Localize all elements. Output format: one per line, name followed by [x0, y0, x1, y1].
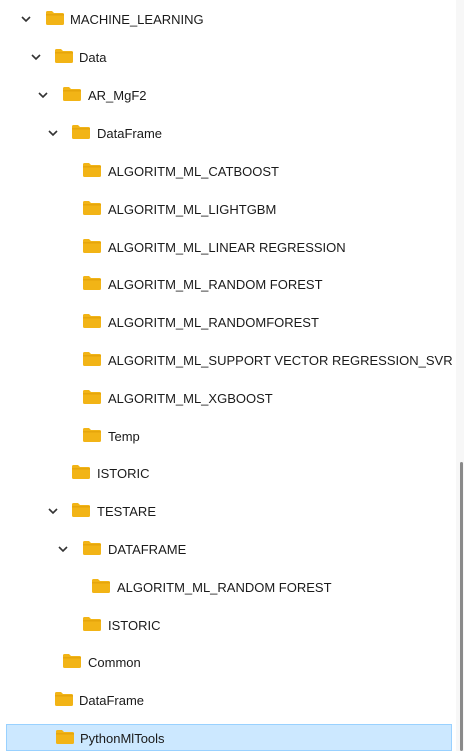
tree-item-label: DataFrame — [97, 126, 163, 141]
tree-item-algoritm-ml-random-forest-test[interactable]: ALGORITM_ML_RANDOM FOREST — [0, 575, 456, 601]
tree-item-algoritm-ml-xgboost[interactable]: ALGORITM_ML_XGBOOST — [0, 386, 456, 412]
tree-item-istoric[interactable]: ISTORIC — [0, 461, 456, 487]
tree-item-algoritm-ml-svr[interactable]: ALGORITM_ML_SUPPORT VECTOR REGRESSION_SV… — [0, 348, 456, 374]
tree-item-istoric-test[interactable]: ISTORIC — [0, 613, 456, 639]
tree-item-dataframe-root[interactable]: DataFrame — [0, 688, 456, 714]
tree-item-algoritm-ml-random-forest[interactable]: ALGORITM_ML_RANDOM FOREST — [0, 272, 456, 298]
tree-item-label: ALGORITM_ML_RANDOMFOREST — [108, 315, 319, 330]
chevron-down-icon[interactable] — [20, 13, 32, 25]
tree-item-label: ALGORITM_ML_CATBOOST — [108, 164, 279, 179]
tree-item-label: AR_MgF2 — [88, 88, 147, 103]
tree-item-algoritm-ml-catboost[interactable]: ALGORITM_ML_CATBOOST — [0, 159, 456, 185]
folder-icon — [56, 730, 74, 744]
folder-icon — [55, 692, 73, 706]
tree-item-label: ALGORITM_ML_LINEAR REGRESSION — [108, 240, 346, 255]
folder-icon — [55, 49, 73, 63]
folder-icon — [63, 654, 81, 668]
tree-item-algoritm-ml-linear-regression[interactable]: ALGORITM_ML_LINEAR REGRESSION — [0, 235, 456, 261]
tree-item-label: MACHINE_LEARNING — [70, 12, 204, 27]
folder-icon — [72, 503, 90, 517]
tree-item-label: Common — [88, 655, 141, 670]
tree-item-pythonmltools[interactable]: PythonMlTools — [6, 724, 452, 751]
chevron-down-icon[interactable] — [57, 543, 69, 555]
tree-item-label: ALGORITM_ML_SUPPORT VECTOR REGRESSION_SV… — [108, 353, 453, 368]
vertical-scrollbar-thumb[interactable] — [460, 462, 463, 751]
chevron-down-icon[interactable] — [30, 51, 42, 63]
tree-item-label: ALGORITM_ML_XGBOOST — [108, 391, 273, 406]
folder-icon — [92, 579, 110, 593]
tree-item-label: TESTARE — [97, 504, 156, 519]
chevron-down-icon[interactable] — [37, 89, 49, 101]
folder-icon — [83, 276, 101, 290]
tree-item-testare[interactable]: TESTARE — [0, 499, 456, 525]
chevron-down-icon[interactable] — [47, 127, 59, 139]
folder-icon — [72, 125, 90, 139]
folder-icon — [83, 201, 101, 215]
tree-item-machine-learning[interactable]: MACHINE_LEARNING — [0, 7, 456, 33]
folder-icon — [83, 239, 101, 253]
tree-item-label: ALGORITM_ML_RANDOM FOREST — [117, 580, 332, 595]
chevron-down-icon[interactable] — [47, 505, 59, 517]
folder-icon — [63, 87, 81, 101]
tree-item-algoritm-ml-lightgbm[interactable]: ALGORITM_ML_LIGHTGBM — [0, 197, 456, 223]
tree-item-label: ISTORIC — [108, 618, 161, 633]
tree-item-common[interactable]: Common — [0, 650, 456, 676]
folder-icon — [83, 541, 101, 555]
tree-item-algoritm-ml-randomforest[interactable]: ALGORITM_ML_RANDOMFOREST — [0, 310, 456, 336]
tree-item-label: DATAFRAME — [108, 542, 187, 557]
tree-item-label: ALGORITM_ML_RANDOM FOREST — [108, 277, 323, 292]
folder-icon — [72, 465, 90, 479]
tree-item-dataframe[interactable]: DataFrame — [0, 121, 456, 147]
folder-icon — [83, 617, 101, 631]
folder-icon — [83, 314, 101, 328]
folder-icon — [83, 428, 101, 442]
tree-item-label: DataFrame — [79, 693, 145, 708]
tree-item-label: Temp — [108, 429, 140, 444]
tree-item-temp[interactable]: Temp — [0, 424, 456, 450]
folder-icon — [46, 11, 64, 25]
tree-item-label: PythonMlTools — [80, 731, 165, 746]
tree-item-ar-mgf2[interactable]: AR_MgF2 — [0, 83, 456, 109]
tree-item-label: ISTORIC — [97, 466, 150, 481]
tree-item-dataframe-upper[interactable]: DATAFRAME — [0, 537, 456, 563]
folder-icon — [83, 390, 101, 404]
tree-item-label: ALGORITM_ML_LIGHTGBM — [108, 202, 277, 217]
folder-icon — [83, 163, 101, 177]
folder-tree: MACHINE_LEARNING Data AR_MgF2 DataFrame … — [0, 0, 464, 751]
folder-icon — [83, 352, 101, 366]
tree-item-data[interactable]: Data — [0, 45, 456, 71]
tree-item-label: Data — [79, 50, 107, 65]
